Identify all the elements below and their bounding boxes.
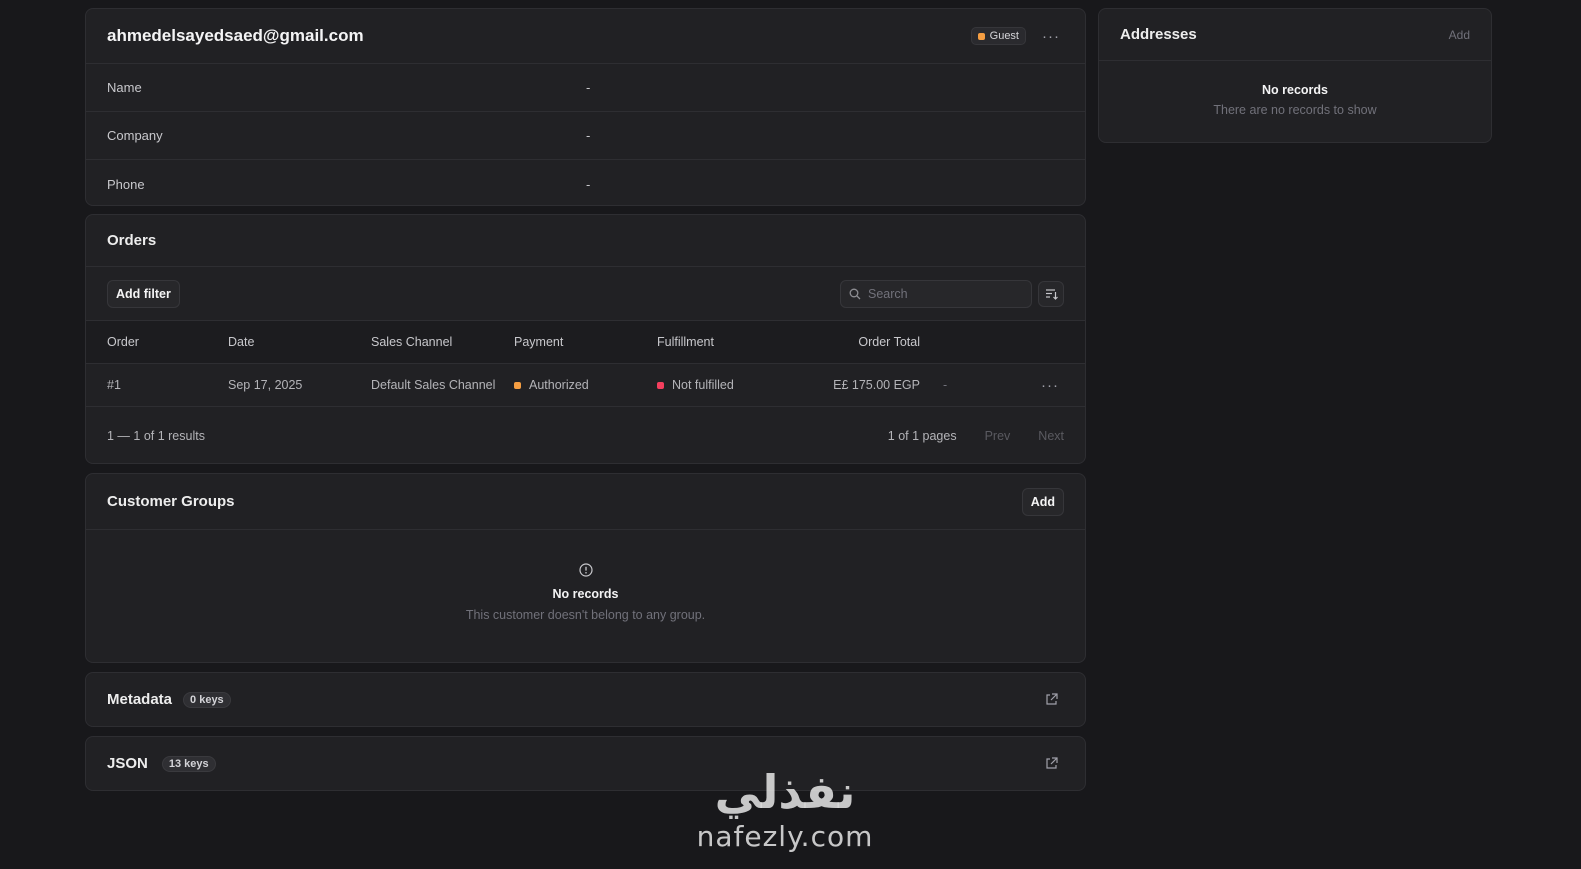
customer-groups-title: Customer Groups <box>107 493 235 510</box>
status-dot <box>977 32 985 40</box>
customer-header-actions: Guest ··· <box>970 23 1064 49</box>
empty-text: This customer doesn't belong to any grou… <box>465 608 706 622</box>
orders-table-header: Order Date Sales Channel Payment Fulfill… <box>86 321 1085 364</box>
metadata-card: Metadata 0 keys <box>85 672 1086 727</box>
customer-email: ahmedelsayedsaed@gmail.com <box>107 26 364 45</box>
addresses-title: Addresses <box>1120 26 1197 43</box>
prev-button[interactable]: Prev <box>985 429 1011 443</box>
payment-status-dot <box>514 381 521 389</box>
orders-toolbar-right <box>840 279 1064 308</box>
add-address-button[interactable]: Add <box>1449 28 1470 42</box>
fulfillment-status-dot <box>657 381 664 389</box>
info-icon <box>578 563 593 577</box>
orders-header: Orders <box>86 215 1085 267</box>
field-row-name: Name - <box>86 64 1085 112</box>
next-button[interactable]: Next <box>1038 429 1064 443</box>
json-keys-badge: 13 keys <box>161 755 216 772</box>
results-count: 1 — 1 of 1 results <box>107 428 205 443</box>
column-header-payment: Payment <box>514 335 564 349</box>
addresses-empty-state: No records There are no records to show <box>1099 61 1491 117</box>
row-actions-icon[interactable]: ··· <box>1037 372 1063 398</box>
customer-groups-header: Customer Groups Add <box>86 474 1085 530</box>
addresses-card: Addresses Add No records There are no re… <box>1098 8 1492 143</box>
json-header: JSON 13 keys <box>86 737 1085 790</box>
addresses-header: Addresses Add <box>1099 9 1491 61</box>
more-actions-icon[interactable]: ··· <box>1038 23 1064 49</box>
empty-text: There are no records to show <box>1213 103 1377 117</box>
metadata-keys-badge: 0 keys <box>183 691 231 708</box>
payment-status: Authorized <box>514 378 589 392</box>
table-row[interactable]: #1 Sep 17, 2025 Default Sales Channel Au… <box>86 364 1085 407</box>
order-total: E£ 175.00 EGP <box>833 378 920 392</box>
watermark-arabic: نفذلي <box>714 765 856 819</box>
search-input-wrapper[interactable] <box>840 279 1032 308</box>
sort-icon[interactable] <box>1038 280 1064 307</box>
column-header-order-total: Order Total <box>858 335 920 349</box>
status-badge-label: Guest <box>989 30 1019 42</box>
metadata-title: Metadata <box>107 691 173 708</box>
external-link-icon[interactable] <box>1038 687 1064 713</box>
orders-toolbar: Add filter <box>86 267 1085 321</box>
field-label: Company <box>107 128 163 143</box>
add-customer-group-button[interactable]: Add <box>1021 487 1064 516</box>
watermark-logo: نفذلي nafezly.com <box>690 764 880 864</box>
customer-groups-empty-state: No records This customer doesn't belong … <box>86 530 1085 622</box>
order-sales-channel: Default Sales Channel <box>371 378 496 392</box>
json-title-group: JSON 13 keys <box>107 755 216 772</box>
field-row-phone: Phone - <box>86 160 1085 205</box>
status-badge: Guest <box>970 27 1026 45</box>
json-title: JSON <box>107 755 148 772</box>
metadata-title-group: Metadata 0 keys <box>107 691 231 708</box>
customer-card: ahmedelsayedsaed@gmail.com Guest ··· Nam… <box>85 8 1086 206</box>
fulfillment-status: Not fulfilled <box>657 378 734 392</box>
add-filter-button[interactable]: Add filter <box>107 279 180 308</box>
field-row-company: Company - <box>86 112 1085 160</box>
external-link-icon[interactable] <box>1038 751 1064 777</box>
field-label: Phone <box>107 176 145 192</box>
order-date: Sep 17, 2025 <box>228 378 303 392</box>
search-icon <box>849 288 861 299</box>
field-value: - <box>586 176 591 192</box>
empty-title: No records <box>552 587 619 601</box>
field-value: - <box>586 80 591 95</box>
customer-header: ahmedelsayedsaed@gmail.com Guest ··· <box>86 9 1085 64</box>
column-header-sales-channel: Sales Channel <box>371 335 453 349</box>
payment-status-label: Authorized <box>529 378 589 392</box>
json-card: JSON 13 keys <box>85 736 1086 791</box>
watermark-latin: nafezly.com <box>696 820 874 853</box>
pages-count: 1 of 1 pages <box>887 428 957 443</box>
order-number: #1 <box>107 378 121 392</box>
empty-title: No records <box>1262 83 1328 97</box>
orders-title: Orders <box>107 232 157 249</box>
pagination: 1 — 1 of 1 results 1 of 1 pages Prev Nex… <box>86 407 1085 463</box>
column-header-fulfillment: Fulfillment <box>657 335 714 349</box>
order-extra: - <box>943 378 948 392</box>
search-input[interactable] <box>868 286 1018 301</box>
field-label: Name <box>107 80 142 95</box>
column-header-date: Date <box>228 335 255 349</box>
fulfillment-status-label: Not fulfilled <box>672 378 734 392</box>
pagination-controls: 1 of 1 pages Prev Next <box>888 429 1064 443</box>
column-header-order: Order <box>107 335 139 349</box>
orders-card: Orders Add filter Order Date Sales Chann… <box>85 214 1086 464</box>
customer-groups-card: Customer Groups Add No records This cust… <box>85 473 1086 663</box>
field-value: - <box>586 128 591 143</box>
metadata-header: Metadata 0 keys <box>86 673 1085 726</box>
